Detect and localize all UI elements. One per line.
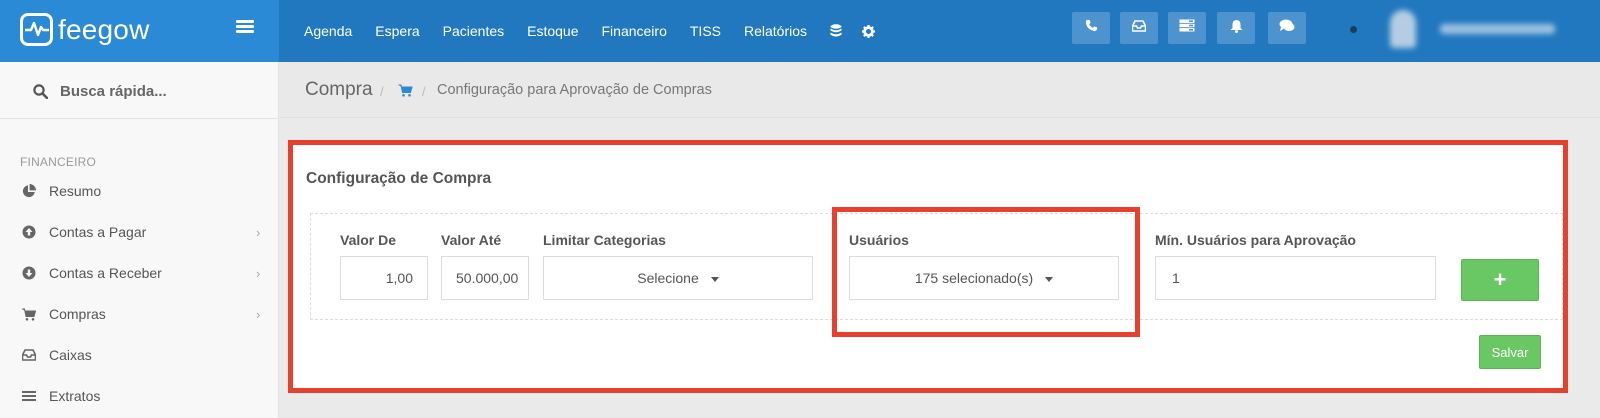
inbox-icon <box>1131 19 1147 37</box>
sidebar: FINANCEIRO Resumo Contas a Pagar › Conta… <box>0 62 279 418</box>
cart-icon <box>22 307 36 321</box>
nav-agenda[interactable]: Agenda <box>294 23 365 39</box>
breadcrumb-separator: / <box>422 84 426 99</box>
server-icon <box>1179 19 1195 37</box>
top-navbar: feegow Agenda Espera Pacientes Estoque F… <box>0 0 1600 62</box>
categorias-select-value: Selecione <box>637 270 699 286</box>
chevron-right-icon: › <box>256 224 261 240</box>
sidebar-item-label: Extratos <box>49 388 101 404</box>
usuarios-label: Usuários <box>849 232 909 248</box>
arrow-down-circle-icon <box>22 266 36 280</box>
brand-area: feegow <box>0 0 279 62</box>
sidebar-item-extratos[interactable]: Extratos <box>0 376 279 416</box>
server-button[interactable] <box>1168 12 1206 44</box>
phone-button[interactable] <box>1072 12 1110 44</box>
categorias-select[interactable]: Selecione <box>543 256 813 300</box>
nav-pacientes[interactable]: Pacientes <box>433 23 517 39</box>
inbox-button[interactable] <box>1120 12 1158 44</box>
phone-icon <box>1085 19 1098 37</box>
panel-title: Configuração de Compra <box>306 170 492 187</box>
cart-icon[interactable] <box>398 84 413 102</box>
nav-tiss[interactable]: TISS <box>680 23 734 39</box>
pie-chart-icon <box>22 184 36 198</box>
breadcrumb-separator: / <box>380 84 384 99</box>
nav-estoque[interactable]: Estoque <box>517 23 591 39</box>
sidebar-item-contas-a-pagar[interactable]: Contas a Pagar › <box>0 212 279 252</box>
breadcrumb-current-page: Configuração para Aprovação de Compras <box>437 82 712 98</box>
min-usuarios-input[interactable] <box>1155 256 1436 300</box>
inbox-icon <box>22 348 36 362</box>
database-icon[interactable] <box>820 24 852 38</box>
user-name-blurred[interactable] <box>1440 24 1555 34</box>
avatar[interactable] <box>1390 10 1416 48</box>
sidebar-item-label: Resumo <box>49 183 102 199</box>
feegow-logo-icon <box>20 13 53 46</box>
nav-espera[interactable]: Espera <box>365 23 432 39</box>
sidebar-item-label: Compras <box>49 306 106 322</box>
sidebar-item-label: Caixas <box>49 347 92 363</box>
notifications-button[interactable] <box>1217 12 1255 44</box>
nav-financeiro[interactable]: Financeiro <box>592 23 680 39</box>
quick-search <box>0 62 278 119</box>
caret-down-icon <box>710 276 719 282</box>
arrow-up-circle-icon <box>22 225 36 239</box>
breadcrumb: Compra / / Configuração para Aprovação d… <box>280 62 1600 118</box>
sidebar-section-title: FINANCEIRO <box>20 155 97 169</box>
chat-icon <box>1279 19 1295 37</box>
sidebar-item-caixas[interactable]: Caixas <box>0 335 279 375</box>
sidebar-item-compras[interactable]: Compras › <box>0 294 279 334</box>
page-title: Compra <box>305 79 373 100</box>
min-usuarios-label: Mín. Usuários para Aprovação <box>1155 232 1356 248</box>
status-dot <box>1350 26 1357 33</box>
sidebar-item-label: Contas a Pagar <box>49 224 147 240</box>
search-icon <box>33 84 49 104</box>
nav-relatorios[interactable]: Relatórios <box>734 23 820 39</box>
chevron-right-icon: › <box>256 306 261 322</box>
sidebar-item-resumo[interactable]: Resumo <box>0 171 279 211</box>
chevron-right-icon: › <box>256 265 261 281</box>
search-input[interactable] <box>60 80 260 102</box>
bell-icon <box>1230 19 1243 38</box>
brand-name[interactable]: feegow <box>58 14 150 46</box>
caret-down-icon <box>1045 276 1054 282</box>
menu-toggle-icon[interactable] <box>236 20 254 34</box>
sidebar-item-label: Contas a Receber <box>49 265 162 281</box>
main-navigation: Agenda Espera Pacientes Estoque Financei… <box>294 0 885 62</box>
list-icon <box>22 389 36 403</box>
sidebar-item-contas-a-receber[interactable]: Contas a Receber › <box>0 253 279 293</box>
limitar-categorias-label: Limitar Categorias <box>543 232 666 248</box>
valor-de-input[interactable] <box>340 256 428 300</box>
save-button[interactable]: Salvar <box>1479 335 1541 369</box>
usuarios-select[interactable]: 175 selecionado(s) <box>849 256 1119 300</box>
purchase-config-panel: Configuração de Compra Valor De Valor At… <box>288 140 1568 393</box>
usuarios-select-value: 175 selecionado(s) <box>914 270 1034 286</box>
chat-button[interactable] <box>1268 12 1306 44</box>
valor-ate-label: Valor Até <box>441 232 502 248</box>
gear-icon[interactable] <box>852 24 885 38</box>
valor-ate-input[interactable] <box>441 256 529 300</box>
valor-de-label: Valor De <box>340 232 397 248</box>
add-rule-button[interactable]: + <box>1461 259 1539 301</box>
